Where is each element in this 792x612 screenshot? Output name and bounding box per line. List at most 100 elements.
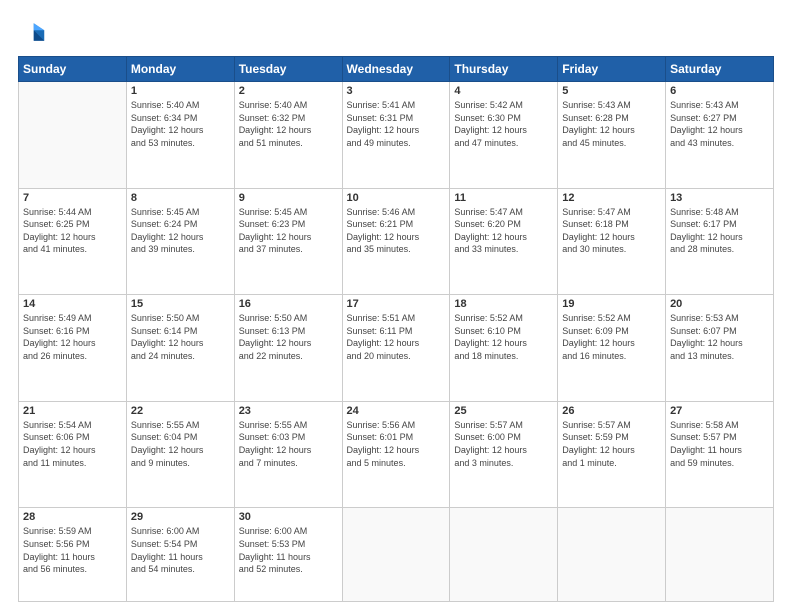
calendar-cell: 20Sunrise: 5:53 AM Sunset: 6:07 PM Dayli… bbox=[666, 295, 774, 402]
day-number: 15 bbox=[131, 298, 230, 310]
calendar-cell: 6 Sunrise: 5:43 AM Sunset: 6:27 PM Daylig… bbox=[666, 82, 774, 189]
day-info: Sunrise: 5:40 AM Sunset: 6:34 PM Dayligh… bbox=[131, 99, 230, 149]
calendar-cell: 9 Sunrise: 5:45 AM Sunset: 6:23 PM Daylig… bbox=[234, 188, 342, 295]
calendar-cell: 15 Sunrise: 5:50 AM Sunset: 6:14 PM Dayli… bbox=[126, 295, 234, 402]
day-info: Sunrise: 5:52 AM Sunset: 6:09 PM Dayligh… bbox=[562, 312, 661, 362]
calendar-cell: 11 Sunrise: 5:47 AM Sunset: 6:20 PM Dayli… bbox=[450, 188, 558, 295]
day-number: 12 bbox=[562, 192, 661, 204]
calendar-cell: 10Sunrise: 5:46 AM Sunset: 6:21 PM Dayli… bbox=[342, 188, 450, 295]
day-info: Sunrise: 5:47 AM Sunset: 6:18 PM Dayligh… bbox=[562, 206, 661, 256]
calendar-cell: 26 Sunrise: 5:57 AM Sunset: 5:59 PM Dayli… bbox=[558, 401, 666, 508]
day-number: 16 bbox=[239, 298, 338, 310]
day-number: 13 bbox=[670, 192, 769, 204]
day-number: 21 bbox=[23, 405, 122, 417]
day-number: 22 bbox=[131, 405, 230, 417]
day-number: 30 bbox=[239, 511, 338, 523]
day-number: 9 bbox=[239, 192, 338, 204]
day-number: 2 bbox=[239, 85, 338, 97]
week-row-4: 21Sunrise: 5:54 AM Sunset: 6:06 PM Dayli… bbox=[19, 401, 774, 508]
calendar-cell: 22 Sunrise: 5:55 AM Sunset: 6:04 PM Dayli… bbox=[126, 401, 234, 508]
weekday-header-friday: Friday bbox=[558, 57, 666, 82]
day-number: 19 bbox=[562, 298, 661, 310]
calendar-cell: 14 Sunrise: 5:49 AM Sunset: 6:16 PM Dayli… bbox=[19, 295, 127, 402]
day-info: Sunrise: 5:55 AM Sunset: 6:04 PM Dayligh… bbox=[131, 419, 230, 469]
calendar-cell: 23 Sunrise: 5:55 AM Sunset: 6:03 PM Dayli… bbox=[234, 401, 342, 508]
day-info: Sunrise: 5:55 AM Sunset: 6:03 PM Dayligh… bbox=[239, 419, 338, 469]
calendar-cell bbox=[19, 82, 127, 189]
weekday-header-saturday: Saturday bbox=[666, 57, 774, 82]
day-info: Sunrise: 5:57 AM Sunset: 5:59 PM Dayligh… bbox=[562, 419, 661, 469]
day-info: Sunrise: 5:42 AM Sunset: 6:30 PM Dayligh… bbox=[454, 99, 553, 149]
calendar-cell: 16 Sunrise: 5:50 AM Sunset: 6:13 PM Dayli… bbox=[234, 295, 342, 402]
calendar-cell: 25Sunrise: 5:57 AM Sunset: 6:00 PM Dayli… bbox=[450, 401, 558, 508]
day-info: Sunrise: 5:40 AM Sunset: 6:32 PM Dayligh… bbox=[239, 99, 338, 149]
calendar-cell: 28 Sunrise: 5:59 AM Sunset: 5:56 PM Dayli… bbox=[19, 508, 127, 602]
calendar-cell: 3Sunrise: 5:41 AM Sunset: 6:31 PM Daylig… bbox=[342, 82, 450, 189]
day-info: Sunrise: 5:49 AM Sunset: 6:16 PM Dayligh… bbox=[23, 312, 122, 362]
day-number: 26 bbox=[562, 405, 661, 417]
calendar-cell: 12 Sunrise: 5:47 AM Sunset: 6:18 PM Dayli… bbox=[558, 188, 666, 295]
week-row-1: 1 Sunrise: 5:40 AM Sunset: 6:34 PM Daylig… bbox=[19, 82, 774, 189]
calendar-cell: 18 Sunrise: 5:52 AM Sunset: 6:10 PM Dayli… bbox=[450, 295, 558, 402]
day-number: 20 bbox=[670, 298, 769, 310]
day-info: Sunrise: 5:50 AM Sunset: 6:13 PM Dayligh… bbox=[239, 312, 338, 362]
weekday-header-row: SundayMondayTuesdayWednesdayThursdayFrid… bbox=[19, 57, 774, 82]
calendar-cell: 30 Sunrise: 6:00 AM Sunset: 5:53 PM Dayli… bbox=[234, 508, 342, 602]
day-number: 17 bbox=[347, 298, 446, 310]
day-number: 14 bbox=[23, 298, 122, 310]
day-info: Sunrise: 6:00 AM Sunset: 5:54 PM Dayligh… bbox=[131, 525, 230, 575]
calendar-cell: 13 Sunrise: 5:48 AM Sunset: 6:17 PM Dayli… bbox=[666, 188, 774, 295]
calendar-cell: 8 Sunrise: 5:45 AM Sunset: 6:24 PM Daylig… bbox=[126, 188, 234, 295]
day-info: Sunrise: 5:52 AM Sunset: 6:10 PM Dayligh… bbox=[454, 312, 553, 362]
day-info: Sunrise: 5:51 AM Sunset: 6:11 PM Dayligh… bbox=[347, 312, 446, 362]
day-info: Sunrise: 5:50 AM Sunset: 6:14 PM Dayligh… bbox=[131, 312, 230, 362]
day-info: Sunrise: 5:41 AM Sunset: 6:31 PM Dayligh… bbox=[347, 99, 446, 149]
calendar-cell bbox=[450, 508, 558, 602]
day-number: 29 bbox=[131, 511, 230, 523]
day-number: 18 bbox=[454, 298, 553, 310]
weekday-header-tuesday: Tuesday bbox=[234, 57, 342, 82]
day-number: 11 bbox=[454, 192, 553, 204]
day-info: Sunrise: 5:58 AM Sunset: 5:57 PM Dayligh… bbox=[670, 419, 769, 469]
logo-icon bbox=[18, 18, 46, 46]
calendar-cell: 7 Sunrise: 5:44 AM Sunset: 6:25 PM Daylig… bbox=[19, 188, 127, 295]
calendar-cell: 5Sunrise: 5:43 AM Sunset: 6:28 PM Daylig… bbox=[558, 82, 666, 189]
day-number: 1 bbox=[131, 85, 230, 97]
day-number: 23 bbox=[239, 405, 338, 417]
weekday-header-sunday: Sunday bbox=[19, 57, 127, 82]
weekday-header-wednesday: Wednesday bbox=[342, 57, 450, 82]
day-info: Sunrise: 5:45 AM Sunset: 6:24 PM Dayligh… bbox=[131, 206, 230, 256]
calendar-cell: 1 Sunrise: 5:40 AM Sunset: 6:34 PM Daylig… bbox=[126, 82, 234, 189]
day-info: Sunrise: 5:44 AM Sunset: 6:25 PM Dayligh… bbox=[23, 206, 122, 256]
day-info: Sunrise: 5:48 AM Sunset: 6:17 PM Dayligh… bbox=[670, 206, 769, 256]
calendar-cell bbox=[666, 508, 774, 602]
day-number: 6 bbox=[670, 85, 769, 97]
day-info: Sunrise: 5:43 AM Sunset: 6:27 PM Dayligh… bbox=[670, 99, 769, 149]
calendar-cell: 4Sunrise: 5:42 AM Sunset: 6:30 PM Daylig… bbox=[450, 82, 558, 189]
weekday-header-thursday: Thursday bbox=[450, 57, 558, 82]
calendar-cell: 24 Sunrise: 5:56 AM Sunset: 6:01 PM Dayli… bbox=[342, 401, 450, 508]
calendar-cell: 27 Sunrise: 5:58 AM Sunset: 5:57 PM Dayli… bbox=[666, 401, 774, 508]
weekday-header-monday: Monday bbox=[126, 57, 234, 82]
week-row-3: 14 Sunrise: 5:49 AM Sunset: 6:16 PM Dayli… bbox=[19, 295, 774, 402]
calendar: SundayMondayTuesdayWednesdayThursdayFrid… bbox=[18, 56, 774, 602]
calendar-cell: 2 Sunrise: 5:40 AM Sunset: 6:32 PM Daylig… bbox=[234, 82, 342, 189]
day-info: Sunrise: 5:47 AM Sunset: 6:20 PM Dayligh… bbox=[454, 206, 553, 256]
day-info: Sunrise: 6:00 AM Sunset: 5:53 PM Dayligh… bbox=[239, 525, 338, 575]
day-number: 8 bbox=[131, 192, 230, 204]
day-info: Sunrise: 5:59 AM Sunset: 5:56 PM Dayligh… bbox=[23, 525, 122, 575]
day-number: 5 bbox=[562, 85, 661, 97]
day-info: Sunrise: 5:45 AM Sunset: 6:23 PM Dayligh… bbox=[239, 206, 338, 256]
day-number: 25 bbox=[454, 405, 553, 417]
day-info: Sunrise: 5:46 AM Sunset: 6:21 PM Dayligh… bbox=[347, 206, 446, 256]
day-number: 7 bbox=[23, 192, 122, 204]
day-number: 27 bbox=[670, 405, 769, 417]
calendar-cell: 19 Sunrise: 5:52 AM Sunset: 6:09 PM Dayli… bbox=[558, 295, 666, 402]
calendar-cell bbox=[342, 508, 450, 602]
day-number: 28 bbox=[23, 511, 122, 523]
day-number: 24 bbox=[347, 405, 446, 417]
calendar-cell: 17 Sunrise: 5:51 AM Sunset: 6:11 PM Dayli… bbox=[342, 295, 450, 402]
calendar-cell: 29 Sunrise: 6:00 AM Sunset: 5:54 PM Dayli… bbox=[126, 508, 234, 602]
day-info: Sunrise: 5:56 AM Sunset: 6:01 PM Dayligh… bbox=[347, 419, 446, 469]
logo bbox=[18, 18, 50, 46]
